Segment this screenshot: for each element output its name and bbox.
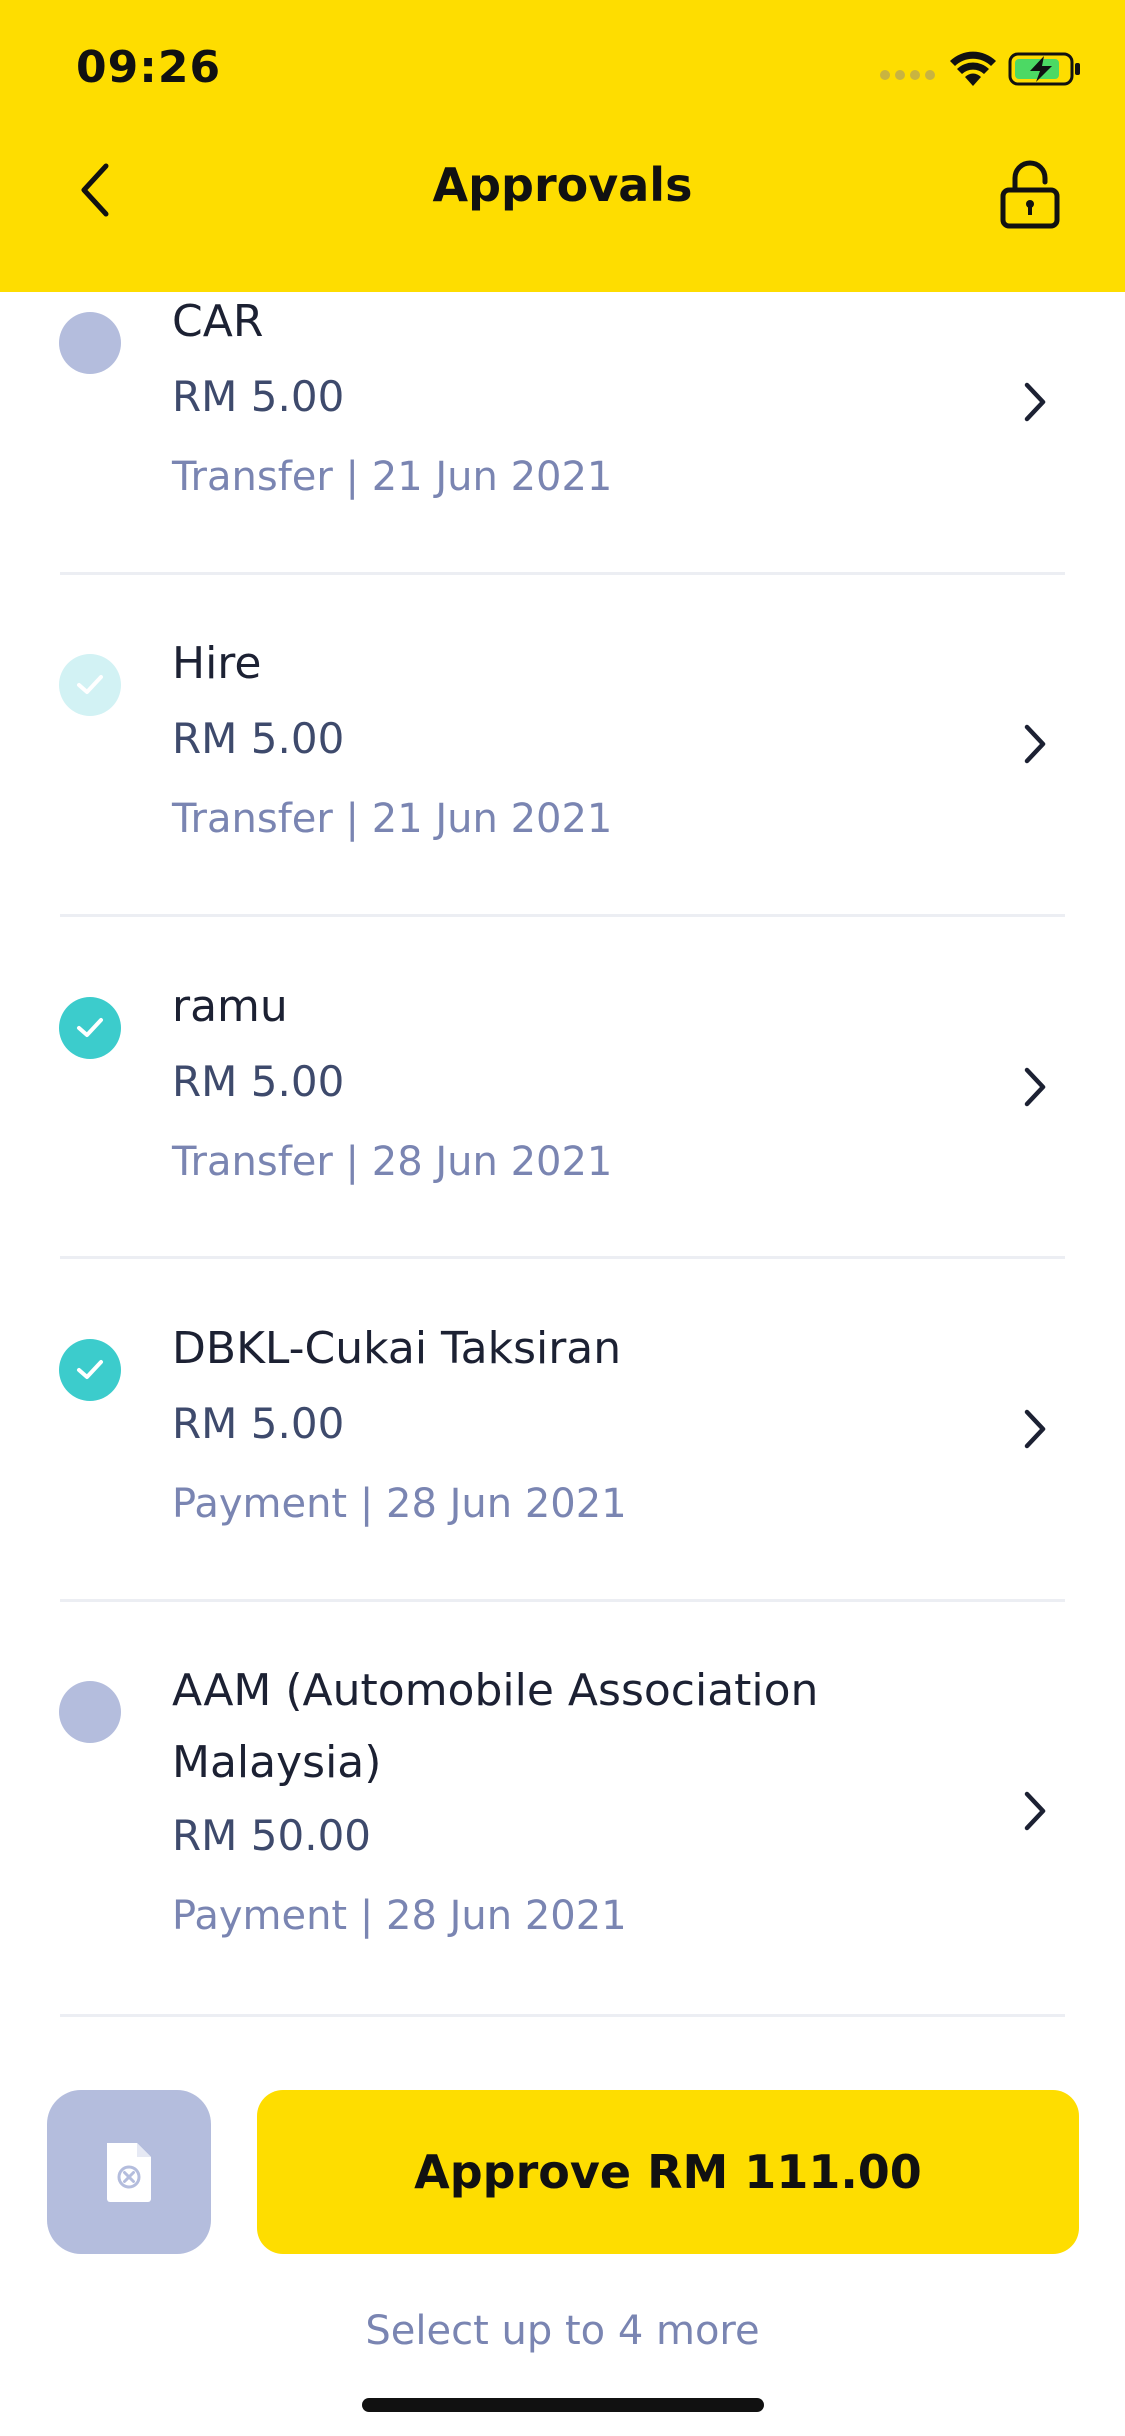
check-icon bbox=[77, 1018, 103, 1037]
selection-hint: Select up to 4 more bbox=[365, 2308, 760, 2354]
payment-meta: Payment | 28 Jun 2021 bbox=[172, 1893, 627, 1939]
payment-meta: Transfer | 28 Jun 2021 bbox=[172, 1139, 613, 1185]
payment-meta: Transfer | 21 Jun 2021 bbox=[172, 454, 613, 500]
approve-button[interactable]: Approve RM 111.00 bbox=[257, 2090, 1079, 2254]
home-indicator bbox=[362, 2398, 764, 2412]
wifi-icon bbox=[950, 51, 996, 86]
chevron-right-icon bbox=[1024, 1409, 1046, 1449]
payee-name: ramu bbox=[172, 981, 288, 1032]
check-icon bbox=[77, 675, 103, 694]
chevron-right-icon bbox=[1024, 1791, 1046, 1831]
app-header: 09:26 Approvals bbox=[0, 0, 1125, 292]
divider bbox=[60, 914, 1065, 917]
divider bbox=[60, 2014, 1065, 2017]
divider bbox=[60, 572, 1065, 575]
select-radio[interactable] bbox=[59, 1681, 121, 1743]
page-title: Approvals bbox=[432, 158, 693, 212]
list-item[interactable]: AAM (Automobile Association Malaysia) RM… bbox=[0, 1661, 1125, 2013]
list-item[interactable]: Hire RM 5.00 Transfer | 21 Jun 2021 bbox=[0, 634, 1125, 916]
battery-charging-icon bbox=[1008, 52, 1080, 86]
divider bbox=[60, 1256, 1065, 1259]
chevron-right-icon bbox=[1024, 382, 1046, 422]
select-radio bbox=[59, 654, 121, 716]
select-radio[interactable] bbox=[59, 1339, 121, 1401]
list-item[interactable]: ramu RM 5.00 Transfer | 28 Jun 2021 bbox=[0, 977, 1125, 1259]
payment-amount: RM 5.00 bbox=[172, 1057, 345, 1106]
payment-amount: RM 5.00 bbox=[172, 1399, 345, 1448]
payment-meta: Payment | 28 Jun 2021 bbox=[172, 1481, 627, 1527]
payment-amount: RM 50.00 bbox=[172, 1811, 372, 1860]
select-radio[interactable] bbox=[59, 312, 121, 374]
payee-name: CAR bbox=[172, 296, 264, 347]
document-reject-icon bbox=[107, 2143, 151, 2202]
select-radio[interactable] bbox=[59, 997, 121, 1059]
unlock-button[interactable] bbox=[990, 155, 1070, 235]
reject-button[interactable] bbox=[47, 2090, 211, 2254]
list-item[interactable]: CAR RM 5.00 Transfer | 21 Jun 2021 bbox=[0, 292, 1125, 574]
unlock-icon bbox=[1000, 160, 1060, 229]
chevron-right-icon bbox=[1024, 724, 1046, 764]
payment-meta: Transfer | 21 Jun 2021 bbox=[172, 796, 613, 842]
payment-amount: RM 5.00 bbox=[172, 372, 345, 421]
payment-amount: RM 5.00 bbox=[172, 714, 345, 763]
list-item[interactable]: DBKL-Cukai Taksiran RM 5.00 Payment | 28… bbox=[0, 1319, 1125, 1601]
cellular-signal-icon bbox=[880, 70, 940, 82]
payee-name: AAM (Automobile Association Malaysia) bbox=[172, 1665, 819, 1788]
chevron-right-icon bbox=[1024, 1067, 1046, 1107]
check-icon bbox=[77, 1360, 103, 1379]
payee-name: DBKL-Cukai Taksiran bbox=[172, 1323, 622, 1374]
divider bbox=[60, 1599, 1065, 1602]
payee-name: Hire bbox=[172, 638, 262, 689]
status-time: 09:26 bbox=[76, 42, 222, 93]
